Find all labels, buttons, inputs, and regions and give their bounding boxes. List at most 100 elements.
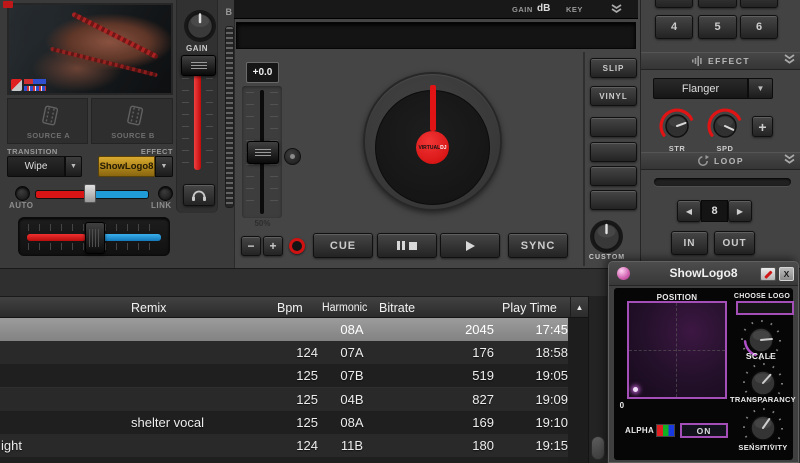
plugin-titlebar[interactable]: ShowLogo8 X [609,262,798,286]
table-row[interactable]: 124 07A 176 18:58 [0,341,568,364]
loop-out-button[interactable]: OUT [714,231,755,255]
jog-wheel[interactable]: VIRTUALDJ [363,72,502,211]
headphone-cue-button[interactable] [183,184,215,206]
brand-virtual: VIRTUAL [418,145,440,151]
pad-button[interactable] [698,0,737,8]
alpha-color-swatch[interactable] [656,424,675,437]
table-row[interactable]: t Grey & Ron Costa 125 08A 505 19:16 [0,457,568,463]
source-a-slot[interactable]: SOURCE A [7,98,88,144]
pitch-slider[interactable] [242,86,282,218]
choose-logo-input[interactable] [736,301,794,315]
pad-button[interactable] [655,0,693,8]
loop-double-button[interactable]: ▶ [728,200,752,222]
column-header-playtime[interactable]: Play Time [502,297,557,319]
pad-button-4[interactable]: 4 [655,15,693,39]
grid-zero-label: 0 [617,401,627,410]
transition-select[interactable]: Wipe [7,156,65,177]
video-preview[interactable] [7,3,173,95]
effect-dropdown-arrow-icon[interactable]: ▼ [155,156,173,177]
loop-in-button[interactable]: IN [671,231,708,255]
video-watermark-logo [11,78,49,93]
column-header-bpm[interactable]: Bpm [277,297,303,319]
table-row-selected[interactable]: 08A 2045 17:45 [0,318,568,341]
table-gutter [568,318,588,463]
pitch-range-label: 50% [246,219,279,228]
volume-ticks-right [206,78,213,168]
jog-position-marker [430,85,436,131]
pad-button[interactable] [740,0,778,8]
loop-section-header: LOOP [641,152,800,170]
effect-select[interactable]: Flanger [653,78,748,99]
auto-toggle[interactable] [15,186,30,201]
pad-button-blank[interactable] [590,190,637,210]
transition-dropdown-arrow-icon[interactable]: ▼ [65,156,82,177]
loop-half-button[interactable]: ◀ [677,200,701,222]
choose-logo-label: CHOOSE LOGO [727,293,797,300]
slip-button[interactable]: SLIP [590,58,637,78]
stutter-button[interactable] [377,233,437,258]
fx-strength-knob[interactable] [657,106,697,146]
crossfader-handle[interactable] [85,222,105,254]
gain-knob-label: GAIN [176,44,218,53]
fx-speed-knob[interactable] [705,106,745,146]
pitch-reset-button[interactable] [284,148,301,165]
loop-icon [697,155,709,167]
column-header-bitrate[interactable]: Bitrate [379,297,415,319]
effect-select-arrow-icon[interactable]: ▼ [748,78,773,99]
table-row[interactable]: 125 04B 827 19:09 [0,388,568,411]
loop-collapse-icon[interactable] [783,154,796,165]
plugin-edit-button[interactable] [760,267,776,281]
position-grid[interactable] [627,301,727,399]
position-marker-dot[interactable] [633,387,638,392]
column-header-harmonic[interactable]: Harmonic [322,297,367,319]
source-b-slot[interactable]: SOURCE B [91,98,173,144]
table-row[interactable]: 125 07B 519 19:05 [0,364,568,387]
pitch-fader-handle[interactable] [247,141,279,164]
keylock-indicator[interactable] [289,238,305,254]
pitch-plus-button[interactable]: + [263,236,283,256]
video-effect-select[interactable]: ShowLogo8 [98,156,155,177]
pad-button-blank[interactable] [590,117,637,137]
pad-button-blank[interactable] [590,166,637,186]
link-toggle[interactable] [158,186,173,201]
audio-crossfader[interactable] [18,217,170,256]
table-header[interactable]: Remix Bpm Harmonic Bitrate Play Time [0,296,570,318]
film-icon [124,104,146,128]
table-scrollbar-track[interactable] [588,296,607,463]
table-row[interactable]: shelter vocal 125 08A 169 19:10 [0,411,568,434]
volume-fader-handle[interactable] [181,55,216,76]
sync-button[interactable]: SYNC [508,233,568,258]
deck-gain-label: GAIN [512,5,533,14]
video-crossfader-handle[interactable] [84,184,96,203]
deck-key-label: KEY [566,5,583,14]
sensitivity-label: SENSITIVITY [719,443,800,452]
custom-knob[interactable] [588,218,625,255]
table-scrollbar-thumb[interactable] [591,436,605,460]
vinyl-button[interactable]: VINYL [590,86,637,106]
window-icon-fragment [3,1,13,8]
gain-knob[interactable] [182,8,218,44]
waveform-display[interactable] [236,22,636,49]
showlogo8-window: ShowLogo8 X POSITION 0 CHOOSE LOGO SCALE [608,261,799,463]
pencil-icon [764,270,772,278]
effect-add-button[interactable]: + [752,116,773,137]
alpha-label: ALPHA [625,426,655,435]
effect-collapse-icon[interactable] [783,54,796,65]
pad-button-blank[interactable] [590,142,637,162]
pad-button-5[interactable]: 5 [698,15,737,39]
column-header-remix[interactable]: Remix [131,297,166,319]
pause-icon [397,241,417,250]
pitch-minus-button[interactable]: − [241,236,261,256]
loop-length-bar[interactable] [654,178,791,186]
collapse-chevron-icon[interactable] [610,4,623,14]
pad-button-6[interactable]: 6 [740,15,778,39]
headphone-icon [191,189,207,202]
table-row[interactable]: ight 124 11B 180 19:15 [0,434,568,457]
play-button[interactable] [440,233,500,258]
level-meter [225,26,234,208]
alpha-on-button[interactable]: ON [680,423,728,438]
plugin-close-button[interactable]: X [779,267,794,281]
sort-ascending-icon[interactable]: ▲ [570,296,588,318]
cue-button[interactable]: CUE [313,233,373,258]
scale-label: SCALE [731,351,791,361]
